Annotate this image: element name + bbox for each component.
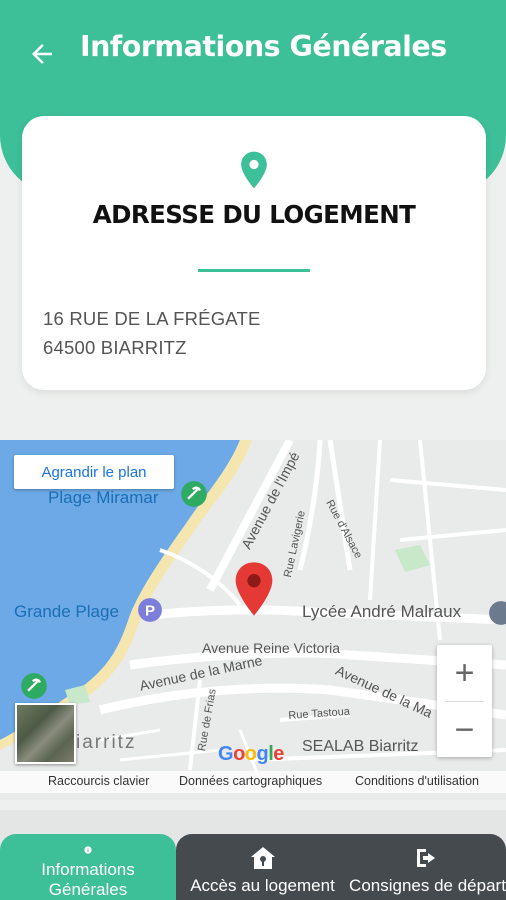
arrow-left-icon [32, 44, 52, 64]
house-key-icon [250, 847, 275, 869]
address-card: ADRESSE DU LOGEMENT 16 RUE DE LA FRÉGATE… [22, 116, 486, 390]
parking-icon: P [138, 598, 162, 622]
nav-label-acces: Accès au logement [190, 876, 335, 895]
map-label-biarritz: iarritz [76, 732, 137, 753]
map-attribution-bar: Raccourcis clavier Données cartographiqu… [0, 771, 506, 793]
enlarge-map-button[interactable]: Agrandir le plan [14, 455, 174, 489]
map-pin-icon [241, 151, 267, 189]
zoom-in-icon: + [454, 653, 475, 692]
google-logo: Google [218, 743, 284, 765]
map-label-plage-miramar: Plage Miramar [48, 488, 159, 507]
nav-tab-consignes[interactable]: Consignes de départ [349, 834, 506, 900]
address-street: 16 RUE DE LA FRÉGATE [43, 308, 261, 329]
zoom-controls: + − [437, 645, 492, 757]
svg-text:P: P [145, 602, 155, 619]
beach-icon [21, 673, 47, 699]
keyboard-shortcuts-link[interactable]: Raccourcis clavier [48, 774, 149, 788]
beach-icon [181, 481, 207, 507]
address-city: 64500 BIARRITZ [43, 337, 187, 358]
map-label-avenue-reine: Avenue Reine Victoria [202, 640, 341, 656]
map-label-grande-plage: Grande Plage [14, 602, 119, 621]
zoom-out-icon: − [454, 710, 475, 749]
exit-icon [416, 849, 435, 867]
school-icon [489, 601, 506, 625]
zoom-out-button[interactable]: − [437, 702, 492, 757]
nav-tab-informations[interactable]: Informations Générales [0, 834, 176, 900]
location-marker-icon[interactable] [234, 562, 274, 616]
nav-label-consignes: Consignes de départ [349, 876, 506, 895]
back-button[interactable] [24, 36, 60, 72]
satellite-toggle[interactable] [15, 703, 76, 764]
terms-link[interactable]: Conditions d'utilisation [355, 774, 479, 788]
page-title: Informations Générales [80, 30, 447, 63]
title-divider [198, 269, 310, 272]
zoom-in-button[interactable]: + [437, 645, 492, 700]
info-icon [84, 846, 92, 854]
nav-label-informations: Informations Générales [41, 860, 135, 899]
map-data-link[interactable]: Données cartographiques [179, 774, 322, 788]
nav-tab-acces[interactable]: Accès au logement [176, 834, 349, 900]
map-label-sealab: SEALAB Biarritz [302, 738, 419, 755]
map-label-lycee: Lycée André Malraux [302, 602, 462, 621]
card-title: ADRESSE DU LOGEMENT [92, 200, 416, 229]
